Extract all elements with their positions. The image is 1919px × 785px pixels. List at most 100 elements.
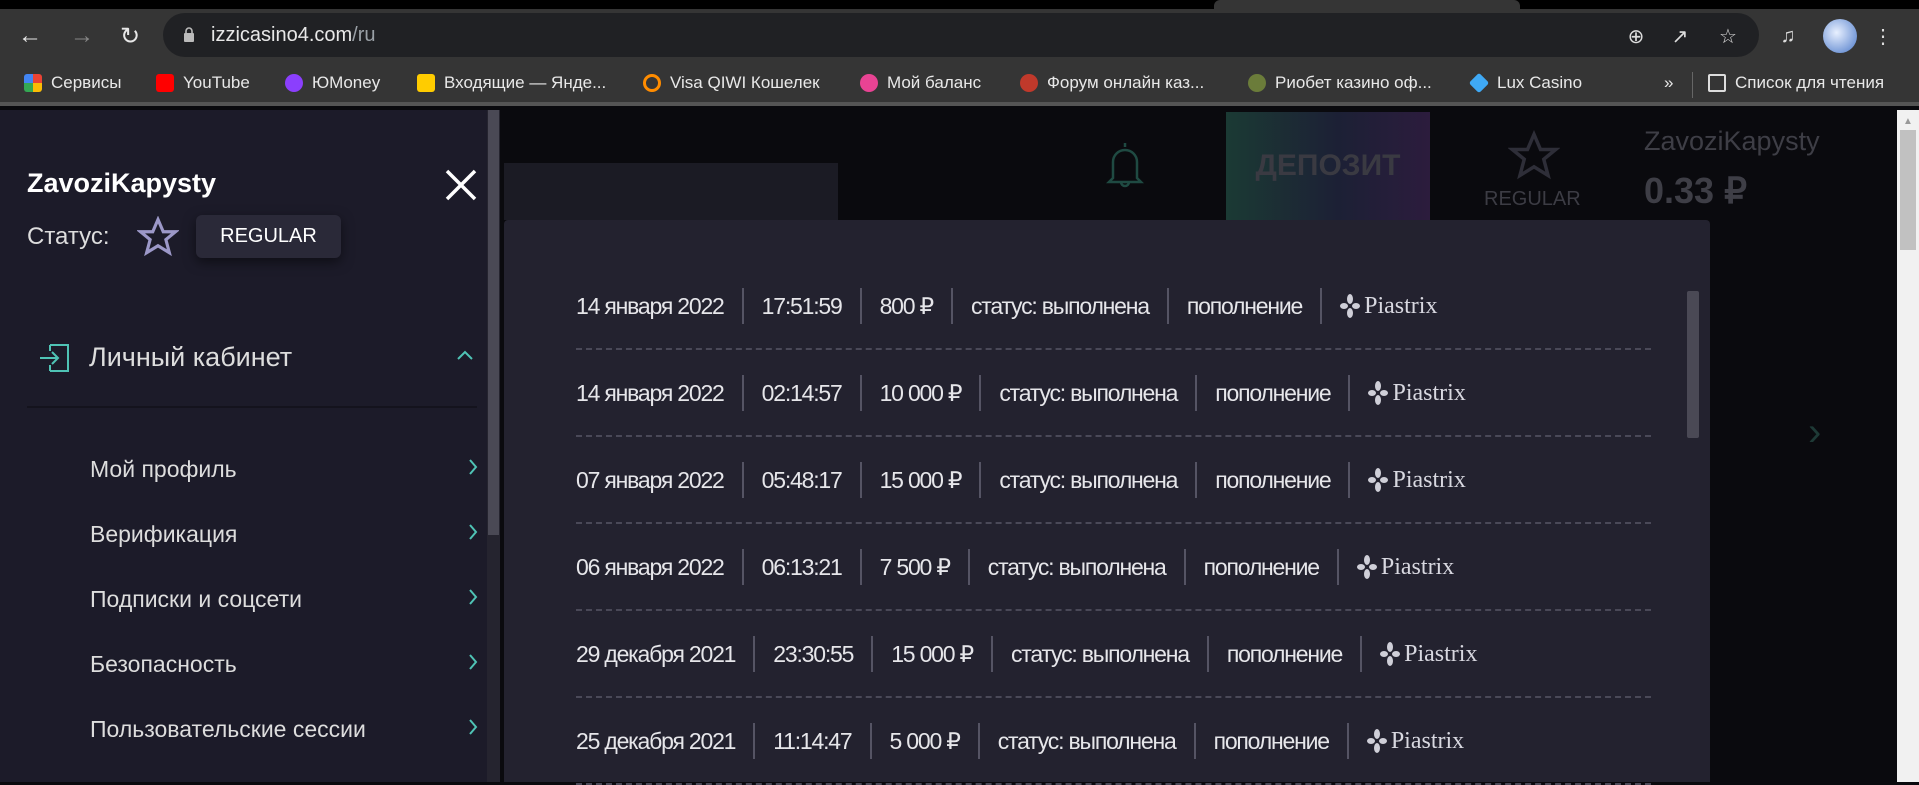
scroll-up-icon[interactable]: ▲ [1903, 116, 1913, 127]
bookmark[interactable]: Сервисы [24, 73, 121, 93]
piastrix-flower-icon [1366, 728, 1387, 753]
transaction-type: пополнение [1197, 461, 1351, 498]
sidebar-item[interactable]: Подписки и соцсети [90, 586, 480, 613]
section-label: Личный кабинет [89, 342, 293, 372]
payment-method: Piastrix [1350, 462, 1483, 498]
piastrix-flower-icon [1380, 641, 1401, 666]
bookmark[interactable]: YouTube [156, 73, 250, 93]
sidebar-item[interactable]: Безопасность [90, 651, 480, 678]
transaction-row: 25 декабря 2021 11:14:47 5 000 ₽ статус: вы… [576, 698, 1651, 785]
riobet-icon [1248, 74, 1266, 92]
page-scrollbar[interactable]: ▲ [1897, 110, 1919, 782]
yoomoney-icon [285, 74, 303, 92]
chevron-up-icon[interactable] [456, 349, 474, 361]
bookmark[interactable]: Visa QIWI Кошелек [643, 73, 820, 93]
share-icon[interactable]: ↗ [1667, 23, 1693, 49]
bookmark[interactable]: ЮMoney [285, 73, 380, 93]
bookmark[interactable]: Форум онлайн каз... [1020, 73, 1204, 93]
header-balance: 0.33 ₽ [1644, 170, 1747, 211]
piastrix-flower-icon [1368, 380, 1389, 405]
reading-list[interactable]: Список для чтения [1708, 73, 1884, 93]
divider [1692, 72, 1693, 98]
sidebar-item-label: Подписки и соцсети [90, 586, 302, 612]
header-username[interactable]: ZavoziKapysty [1644, 126, 1820, 157]
active-tab[interactable] [1214, 0, 1520, 9]
transaction-date: 14 января 2022 [576, 374, 744, 411]
close-icon[interactable] [443, 167, 479, 203]
youtube-icon [156, 74, 174, 92]
sidebar-username: ZavoziKapysty [27, 168, 217, 198]
forward-icon[interactable]: → [68, 22, 96, 50]
transaction-date: 14 января 2022 [576, 287, 744, 324]
status-label: Статус: [27, 223, 110, 250]
panel-scrollbar-thumb[interactable] [1687, 291, 1699, 438]
transaction-amount: 10 000 ₽ [862, 374, 982, 411]
deposit-button[interactable]: ДЕПОЗИТ [1226, 112, 1430, 220]
transaction-row: 07 января 2022 05:48:17 15 000 ₽ статус: вы… [576, 437, 1651, 524]
transaction-status: статус: выполнена [981, 461, 1198, 498]
address-bar[interactable]: izzicasino4.com/ru ⊕ ↗ ☆ [163, 13, 1759, 57]
bookmark-star-icon[interactable]: ☆ [1715, 23, 1741, 49]
payment-method: Piastrix [1339, 549, 1472, 585]
piastrix-flower-icon [1368, 467, 1389, 492]
diamond-icon [1468, 72, 1490, 94]
bookmark[interactable]: Lux Casino [1468, 72, 1582, 94]
transaction-status: статус: выполнена [953, 287, 1169, 324]
chevron-right-icon [469, 589, 478, 605]
transaction-status: статус: выполнена [981, 374, 1198, 411]
sidebar-scrollbar[interactable] [487, 110, 500, 782]
sidebar-item[interactable]: Пользовательские сессии [90, 716, 480, 743]
tab-strip [0, 0, 1919, 9]
back-icon[interactable]: ← [16, 22, 44, 50]
browser-toolbar: ← → ↻ izzicasino4.com/ru ⊕ ↗ ☆ ♫ ⋮ [0, 9, 1919, 62]
section-personal-cabinet[interactable]: Личный кабинет [27, 335, 477, 408]
avatar[interactable] [1823, 19, 1857, 53]
more-bookmarks[interactable]: » [1664, 73, 1673, 93]
piastrix-flower-icon [1356, 554, 1377, 579]
transaction-row: 14 января 2022 17:51:59 800 ₽ статус: выпол… [576, 263, 1651, 350]
transaction-date: 25 декабря 2021 [576, 722, 756, 759]
transaction-type: пополнение [1196, 722, 1349, 759]
menu-icon[interactable]: ⋮ [1870, 23, 1896, 49]
zoom-icon[interactable]: ⊕ [1623, 23, 1649, 49]
reload-icon[interactable]: ↻ [116, 22, 144, 50]
bookmark[interactable]: Мой баланс [860, 73, 981, 93]
scrollbar-thumb[interactable] [488, 110, 499, 535]
transaction-amount: 15 000 ₽ [873, 635, 993, 672]
chevron-right-icon [469, 654, 478, 670]
apps-icon [24, 74, 42, 92]
url-text: izzicasino4.com/ru [211, 24, 376, 46]
login-icon [40, 344, 69, 372]
transaction-time: 23:30:55 [755, 635, 874, 672]
casino-chip-icon [1020, 74, 1038, 92]
transaction-type: пополнение [1169, 287, 1323, 324]
chevron-right-icon[interactable]: › [1808, 410, 1821, 455]
chevron-right-icon [469, 459, 478, 475]
transactions-panel: 14 января 2022 17:51:59 800 ₽ статус: выпол… [504, 220, 1710, 785]
transaction-time: 06:13:21 [744, 548, 862, 585]
flower-icon [860, 74, 878, 92]
header-search-area [504, 163, 838, 220]
transaction-type: пополнение [1209, 635, 1363, 672]
transaction-amount: 7 500 ₽ [862, 548, 970, 585]
bell-icon[interactable] [1106, 140, 1144, 190]
sidebar-item[interactable]: Верификация [90, 521, 480, 548]
mail-icon [417, 74, 435, 92]
media-icon[interactable]: ♫ [1775, 23, 1801, 49]
chevron-right-icon [469, 719, 478, 735]
scrollbar-thumb[interactable] [1900, 130, 1916, 250]
payment-method: Piastrix [1362, 636, 1495, 672]
bookmark[interactable]: Риобет казино оф... [1248, 73, 1432, 93]
sidebar-item-label: Верификация [90, 521, 238, 547]
bookmark[interactable]: Входящие — Янде... [417, 73, 606, 93]
transaction-status: статус: выполнена [970, 548, 1186, 585]
transaction-time: 17:51:59 [744, 287, 862, 324]
payment-method: Piastrix [1322, 288, 1455, 324]
sidebar-item-label: Безопасность [90, 651, 237, 677]
transaction-type: пополнение [1197, 374, 1351, 411]
sidebar-item-label: Мой профиль [90, 456, 237, 482]
piastrix-flower-icon [1340, 293, 1361, 318]
star-icon [137, 216, 179, 257]
sidebar-item[interactable]: Мой профиль [90, 456, 480, 483]
payment-method: Piastrix [1350, 375, 1483, 411]
